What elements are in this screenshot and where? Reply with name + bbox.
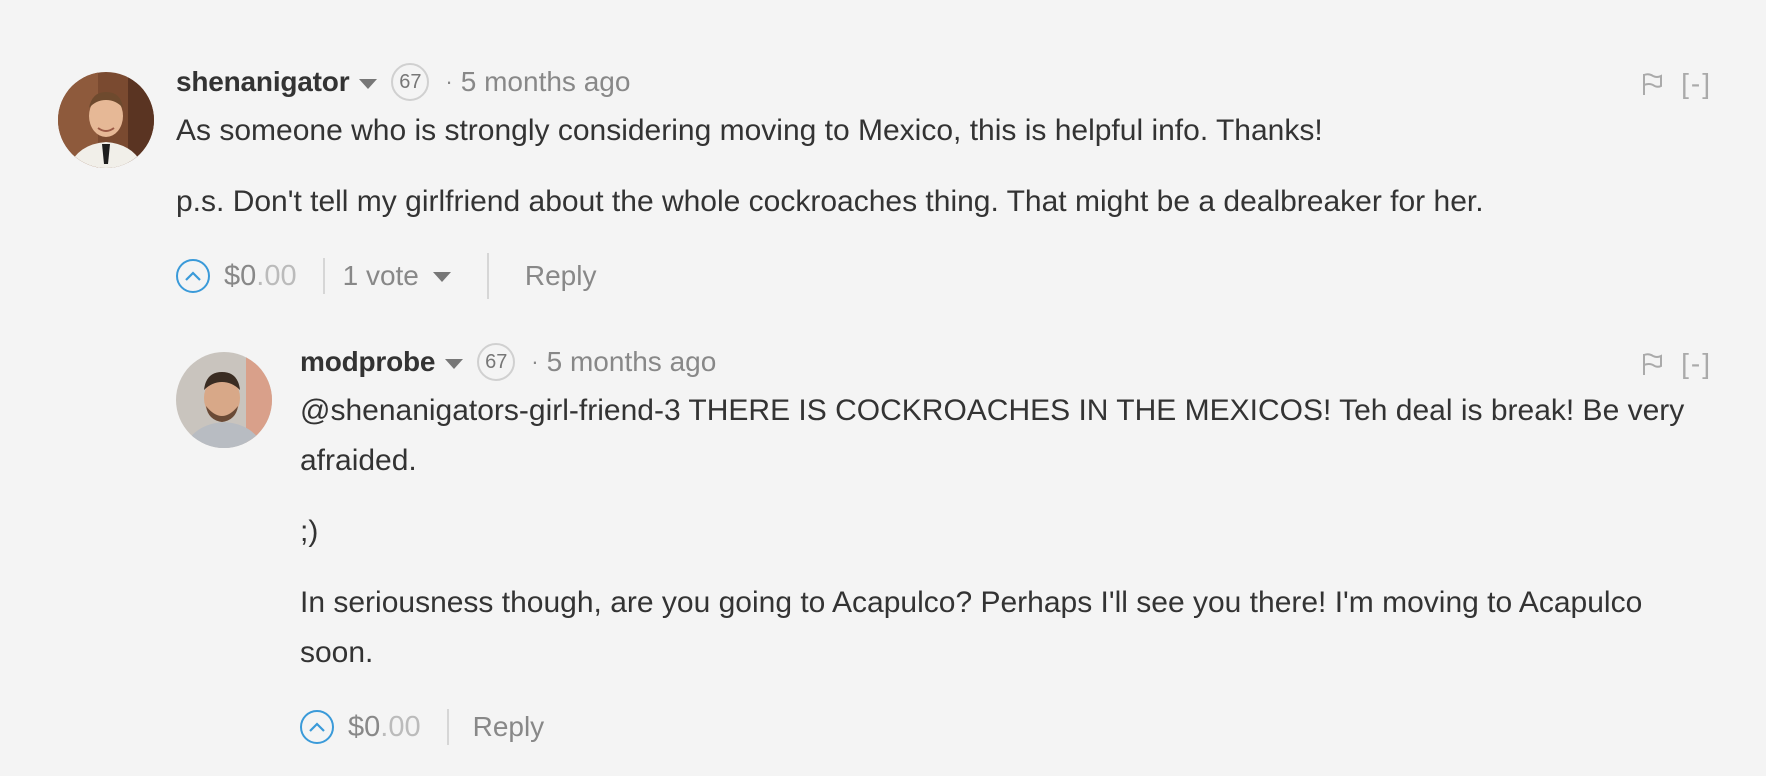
payout-amount[interactable]: $0.00: [348, 711, 421, 744]
upvote-icon[interactable]: [300, 710, 334, 744]
comment-paragraph: As someone who is strongly considering m…: [176, 114, 1323, 147]
separator-dot: ·: [445, 69, 453, 94]
divider: [486, 253, 489, 299]
comment-reply: modprobe 67 · 5 months ago [-] @shenanig…: [176, 338, 1712, 755]
timestamp[interactable]: 5 months ago: [547, 346, 717, 378]
caret-down-icon: [432, 272, 451, 282]
comment: shenanigator 67 · 5 months ago [-] As so…: [58, 58, 1712, 304]
comment-body: @shenanigators-girl-friend-3 THERE IS CO…: [300, 386, 1712, 678]
divider: [446, 709, 449, 745]
reputation-badge: 67: [477, 343, 516, 381]
comment-paragraph: p.s. Don't tell my girlfriend about the …: [176, 185, 1484, 218]
collapse-toggle[interactable]: [-]: [1681, 68, 1712, 100]
comment-body: As someone who is strongly considering m…: [176, 106, 1712, 227]
comment-paragraph: ;): [300, 515, 319, 548]
votes-dropdown[interactable]: 1 vote: [343, 260, 451, 292]
author-menu-caret-icon[interactable]: [359, 79, 378, 89]
avatar[interactable]: [176, 352, 272, 448]
collapse-toggle[interactable]: [-]: [1681, 348, 1712, 380]
comment-paragraph: @shenanigators-girl-friend-3 THERE IS CO…: [300, 394, 1685, 477]
timestamp[interactable]: 5 months ago: [461, 66, 631, 98]
author-name[interactable]: shenanigator: [176, 66, 350, 98]
reply-button[interactable]: Reply: [473, 711, 545, 743]
reply-button[interactable]: Reply: [525, 260, 597, 292]
reputation-badge: 67: [391, 63, 430, 101]
comment-footer: $0.00 Reply: [300, 699, 1712, 755]
divider: [322, 258, 325, 294]
separator-dot: ·: [531, 349, 539, 374]
avatar[interactable]: [58, 72, 154, 168]
votes-label: 1 vote: [342, 260, 419, 291]
upvote-icon[interactable]: [176, 259, 210, 293]
comment-paragraph: In seriousness though, are you going to …: [300, 586, 1643, 669]
author-name[interactable]: modprobe: [300, 346, 435, 378]
flag-icon[interactable]: [1641, 352, 1663, 376]
author-menu-caret-icon[interactable]: [445, 359, 464, 369]
comment-footer: $0.00 1 vote Reply: [176, 248, 1712, 304]
payout-amount[interactable]: $0.00: [224, 260, 297, 293]
flag-icon[interactable]: [1641, 72, 1663, 96]
